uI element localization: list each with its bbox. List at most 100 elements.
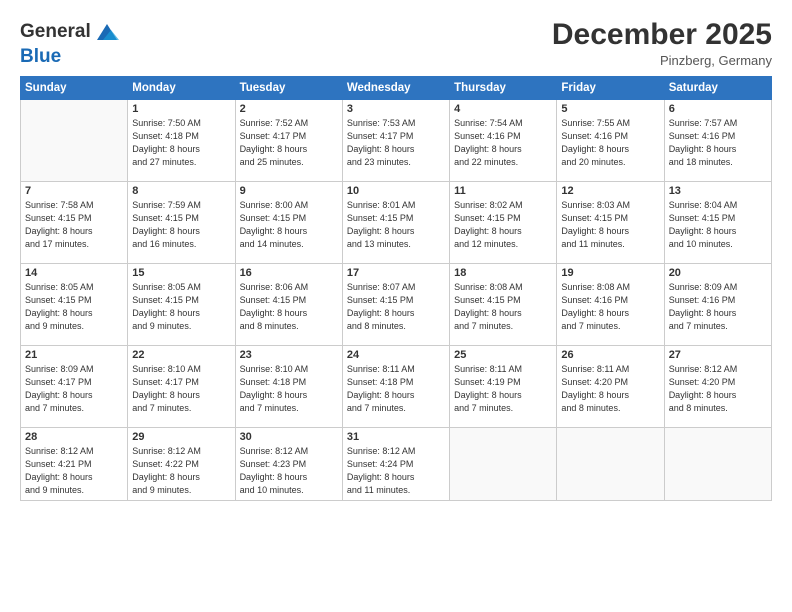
calendar-cell: 12 Sunrise: 8:03 AMSunset: 4:15 PMDayligh… [557,182,664,264]
calendar-cell: 17 Sunrise: 8:07 AMSunset: 4:15 PMDayligh… [342,264,449,346]
calendar-cell: 23 Sunrise: 8:10 AMSunset: 4:18 PMDayligh… [235,346,342,428]
cell-info: Sunrise: 7:59 AMSunset: 4:15 PMDaylight:… [132,199,230,251]
day-number: 3 [347,103,445,115]
cell-info: Sunrise: 8:10 AMSunset: 4:17 PMDaylight:… [132,363,230,415]
day-number: 17 [347,267,445,279]
calendar-cell [664,428,771,501]
calendar-cell: 30 Sunrise: 8:12 AMSunset: 4:23 PMDayligh… [235,428,342,501]
cell-info: Sunrise: 8:12 AMSunset: 4:22 PMDaylight:… [132,445,230,497]
cell-info: Sunrise: 8:11 AMSunset: 4:18 PMDaylight:… [347,363,445,415]
calendar-table: SundayMondayTuesdayWednesdayThursdayFrid… [20,76,772,501]
day-number: 5 [561,103,659,115]
week-row-1: 1Sunrise: 7:50 AMSunset: 4:18 PMDaylight… [21,100,772,182]
header: General Blue December 2025 Pinzberg, Ger… [20,18,772,68]
cell-info: Sunrise: 8:12 AMSunset: 4:21 PMDaylight:… [25,445,123,497]
day-number: 18 [454,267,552,279]
week-row-2: 7 Sunrise: 7:58 AMSunset: 4:15 PMDaylight… [21,182,772,264]
calendar-cell: 8Sunrise: 7:59 AMSunset: 4:15 PMDaylight… [128,182,235,264]
day-number: 6 [669,103,767,115]
calendar-cell: 21 Sunrise: 8:09 AMSunset: 4:17 PMDayligh… [21,346,128,428]
calendar-cell: 11Sunrise: 8:02 AMSunset: 4:15 PMDayligh… [450,182,557,264]
calendar-cell: 29 Sunrise: 8:12 AMSunset: 4:22 PMDayligh… [128,428,235,501]
calendar-cell [21,100,128,182]
calendar-cell: 4 Sunrise: 7:54 AMSunset: 4:16 PMDaylight… [450,100,557,182]
page: General Blue December 2025 Pinzberg, Ger… [0,0,792,612]
week-row-4: 21 Sunrise: 8:09 AMSunset: 4:17 PMDayligh… [21,346,772,428]
calendar-cell: 7 Sunrise: 7:58 AMSunset: 4:15 PMDaylight… [21,182,128,264]
cell-info: Sunrise: 8:01 AMSunset: 4:15 PMDaylight:… [347,199,445,251]
cell-info: Sunrise: 8:00 AMSunset: 4:15 PMDaylight:… [240,199,338,251]
calendar-cell: 14 Sunrise: 8:05 AMSunset: 4:15 PMDayligh… [21,264,128,346]
cell-info: Sunrise: 8:12 AMSunset: 4:24 PMDaylight:… [347,445,445,497]
day-number: 13 [669,185,767,197]
day-number: 16 [240,267,338,279]
cell-info: Sunrise: 7:58 AMSunset: 4:15 PMDaylight:… [25,199,123,251]
calendar-cell: 15 Sunrise: 8:05 AMSunset: 4:15 PMDayligh… [128,264,235,346]
day-number: 27 [669,349,767,361]
cell-info: Sunrise: 8:06 AMSunset: 4:15 PMDaylight:… [240,281,338,333]
day-number: 31 [347,431,445,443]
calendar-cell: 18 Sunrise: 8:08 AMSunset: 4:15 PMDayligh… [450,264,557,346]
logo-icon [93,18,121,46]
calendar-body: 1Sunrise: 7:50 AMSunset: 4:18 PMDaylight… [21,100,772,501]
cell-info: Sunrise: 8:02 AMSunset: 4:15 PMDaylight:… [454,199,552,251]
logo-general: General [20,21,91,43]
calendar-cell: 25 Sunrise: 8:11 AMSunset: 4:19 PMDayligh… [450,346,557,428]
cell-info: Sunrise: 8:09 AMSunset: 4:16 PMDaylight:… [669,281,767,333]
day-number: 29 [132,431,230,443]
cell-info: Sunrise: 8:05 AMSunset: 4:15 PMDaylight:… [25,281,123,333]
calendar-cell: 1Sunrise: 7:50 AMSunset: 4:18 PMDaylight… [128,100,235,182]
day-number: 14 [25,267,123,279]
calendar-cell: 5 Sunrise: 7:55 AMSunset: 4:16 PMDaylight… [557,100,664,182]
cell-info: Sunrise: 8:09 AMSunset: 4:17 PMDaylight:… [25,363,123,415]
day-number: 25 [454,349,552,361]
day-number: 10 [347,185,445,197]
column-header-sunday: Sunday [21,77,128,100]
calendar-cell: 16 Sunrise: 8:06 AMSunset: 4:15 PMDayligh… [235,264,342,346]
calendar-header-row: SundayMondayTuesdayWednesdayThursdayFrid… [21,77,772,100]
cell-info: Sunrise: 7:50 AMSunset: 4:18 PMDaylight:… [132,117,230,169]
day-number: 9 [240,185,338,197]
cell-info: Sunrise: 8:08 AMSunset: 4:16 PMDaylight:… [561,281,659,333]
cell-info: Sunrise: 7:53 AMSunset: 4:17 PMDaylight:… [347,117,445,169]
column-header-saturday: Saturday [664,77,771,100]
cell-info: Sunrise: 8:03 AMSunset: 4:15 PMDaylight:… [561,199,659,251]
calendar-cell: 6 Sunrise: 7:57 AMSunset: 4:16 PMDaylight… [664,100,771,182]
calendar-cell: 9 Sunrise: 8:00 AMSunset: 4:15 PMDaylight… [235,182,342,264]
calendar-cell: 31 Sunrise: 8:12 AMSunset: 4:24 PMDayligh… [342,428,449,501]
calendar-cell: 27Sunrise: 8:12 AMSunset: 4:20 PMDayligh… [664,346,771,428]
cell-info: Sunrise: 8:08 AMSunset: 4:15 PMDaylight:… [454,281,552,333]
day-number: 19 [561,267,659,279]
day-number: 4 [454,103,552,115]
day-number: 15 [132,267,230,279]
cell-info: Sunrise: 7:55 AMSunset: 4:16 PMDaylight:… [561,117,659,169]
title-block: December 2025 Pinzberg, Germany [552,18,772,68]
cell-info: Sunrise: 7:57 AMSunset: 4:16 PMDaylight:… [669,117,767,169]
day-number: 12 [561,185,659,197]
day-number: 22 [132,349,230,361]
cell-info: Sunrise: 8:04 AMSunset: 4:15 PMDaylight:… [669,199,767,251]
cell-info: Sunrise: 8:10 AMSunset: 4:18 PMDaylight:… [240,363,338,415]
day-number: 7 [25,185,123,197]
week-row-3: 14 Sunrise: 8:05 AMSunset: 4:15 PMDayligh… [21,264,772,346]
week-row-5: 28Sunrise: 8:12 AMSunset: 4:21 PMDayligh… [21,428,772,501]
day-number: 30 [240,431,338,443]
day-number: 2 [240,103,338,115]
calendar-cell: 28Sunrise: 8:12 AMSunset: 4:21 PMDayligh… [21,428,128,501]
cell-info: Sunrise: 8:11 AMSunset: 4:20 PMDaylight:… [561,363,659,415]
cell-info: Sunrise: 8:05 AMSunset: 4:15 PMDaylight:… [132,281,230,333]
cell-info: Sunrise: 8:11 AMSunset: 4:19 PMDaylight:… [454,363,552,415]
cell-info: Sunrise: 7:54 AMSunset: 4:16 PMDaylight:… [454,117,552,169]
day-number: 20 [669,267,767,279]
cell-info: Sunrise: 8:07 AMSunset: 4:15 PMDaylight:… [347,281,445,333]
location: Pinzberg, Germany [552,53,772,68]
day-number: 24 [347,349,445,361]
calendar-cell: 19 Sunrise: 8:08 AMSunset: 4:16 PMDayligh… [557,264,664,346]
logo-blue: Blue [20,46,61,68]
calendar-cell: 26Sunrise: 8:11 AMSunset: 4:20 PMDayligh… [557,346,664,428]
month-title: December 2025 [552,18,772,51]
cell-info: Sunrise: 8:12 AMSunset: 4:23 PMDaylight:… [240,445,338,497]
day-number: 23 [240,349,338,361]
logo: General Blue [20,18,121,68]
day-number: 21 [25,349,123,361]
